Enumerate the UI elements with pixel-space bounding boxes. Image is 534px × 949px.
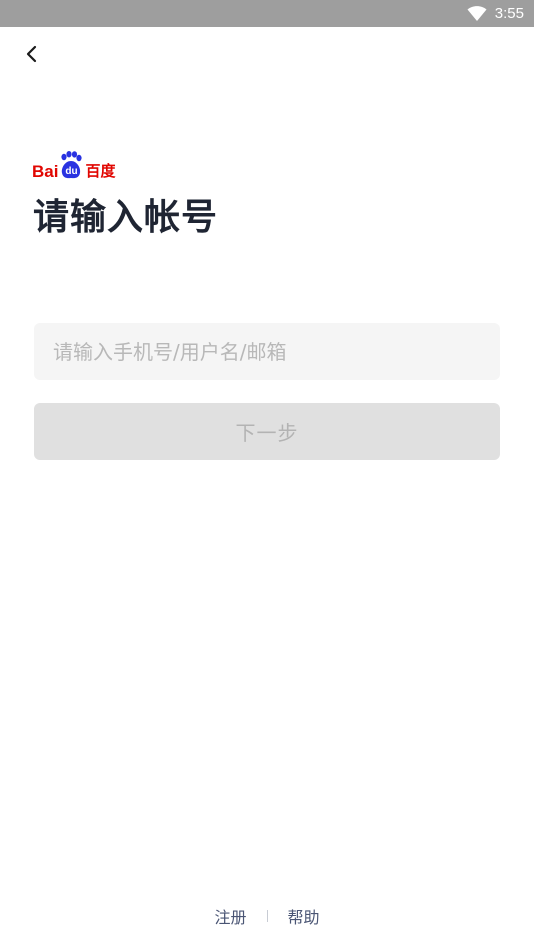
chevron-left-icon — [25, 45, 39, 67]
footer: 注册 帮助 — [0, 904, 534, 928]
account-input[interactable] — [34, 323, 500, 380]
page-title: 请输入帐号 — [33, 197, 219, 238]
logo-text-cn: 百度 — [85, 163, 116, 180]
baidu-logo: Bai du 百度 — [32, 150, 115, 180]
status-time: 3:55 — [494, 5, 524, 22]
register-link[interactable]: 注册 — [214, 904, 246, 928]
logo-text-bai: Bai — [32, 162, 59, 181]
login-screen: 3:55 Bai du 百度 请输入帐号 下一步 注册 帮助 — [0, 0, 534, 949]
wifi-icon — [467, 5, 487, 22]
status-bar: 3:55 — [0, 0, 534, 27]
paw-icon: du — [59, 151, 83, 180]
next-button[interactable]: 下一步 — [34, 403, 500, 460]
back-button[interactable] — [18, 42, 46, 70]
logo-text-du: du — [65, 166, 78, 177]
footer-divider — [266, 910, 268, 922]
help-link[interactable]: 帮助 — [288, 904, 320, 928]
